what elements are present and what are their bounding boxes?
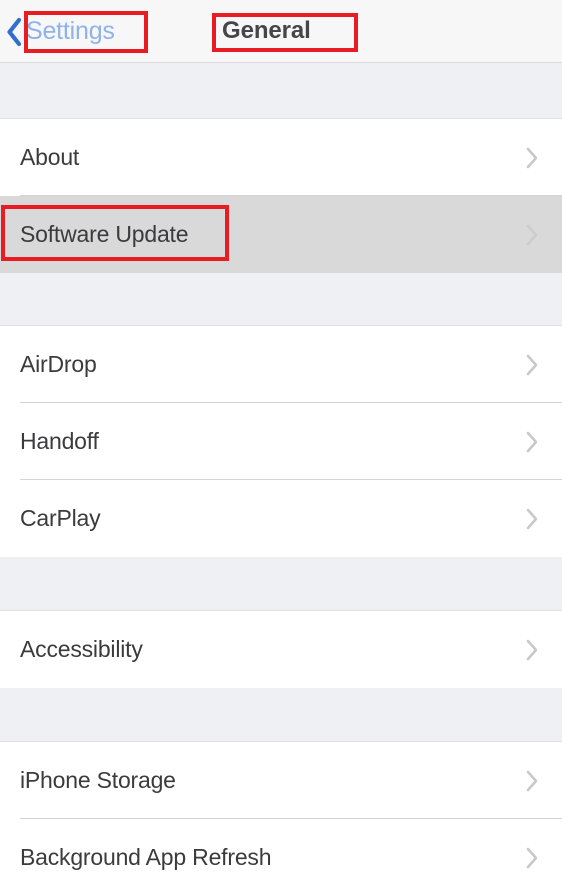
navigation-bar: Settings General [0,0,562,63]
page-title: General [222,17,311,44]
settings-section-storage: iPhone Storage Background App Refresh [0,742,562,888]
row-label: Software Update [20,221,189,247]
settings-table-view[interactable]: About Software Update AirDrop Handoff Ca… [0,63,562,888]
row-about[interactable]: About [0,119,562,196]
chevron-left-icon [6,17,23,47]
row-label: Background App Refresh [20,844,272,870]
back-button-label: Settings [26,17,115,45]
row-label: Accessibility [20,636,143,662]
group-gap [0,557,562,611]
row-label: About [20,144,80,170]
row-label: CarPlay [20,505,101,531]
row-label: AirDrop [20,351,97,377]
group-gap [0,273,562,326]
row-label: iPhone Storage [20,767,176,793]
row-label: Handoff [20,428,99,454]
row-background-app-refresh[interactable]: Background App Refresh [0,819,562,888]
back-button-settings[interactable]: Settings [6,11,115,52]
group-gap [0,688,562,742]
settings-section-accessibility: Accessibility [0,611,562,688]
row-iphone-storage[interactable]: iPhone Storage [0,742,562,819]
settings-section-connectivity: AirDrop Handoff CarPlay [0,326,562,557]
row-handoff[interactable]: Handoff [0,403,562,480]
row-airdrop[interactable]: AirDrop [0,326,562,403]
group-gap [0,63,562,119]
row-accessibility[interactable]: Accessibility [0,611,562,688]
row-carplay[interactable]: CarPlay [0,480,562,557]
settings-section-system: About Software Update [0,119,562,273]
row-software-update[interactable]: Software Update [0,196,562,273]
